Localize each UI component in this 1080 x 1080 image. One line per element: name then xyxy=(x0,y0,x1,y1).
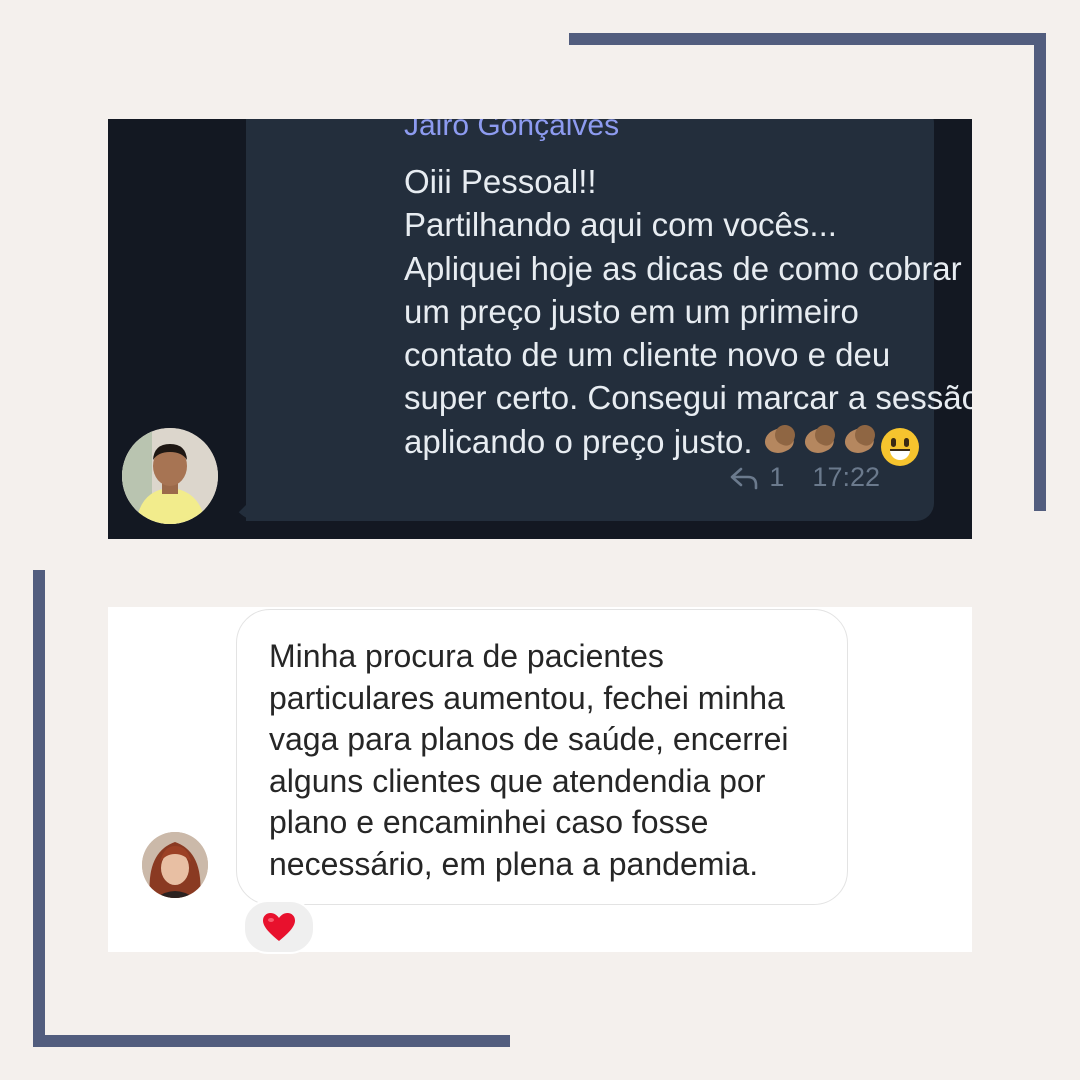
message-meta: 1 17:22 xyxy=(729,462,880,493)
light-chat-screenshot: Minha procura de pacientes particulares … xyxy=(108,607,972,954)
message-text: Oiii Pessoal!! Partilhando aqui com você… xyxy=(404,160,972,466)
clapping-hands-icon xyxy=(761,423,799,455)
grinning-face-icon xyxy=(880,427,919,466)
message-body: Oiii Pessoal!! Partilhando aqui com você… xyxy=(404,163,972,460)
frame-line-left xyxy=(33,570,45,1047)
message-bubble[interactable]: Jairo Gonçalves Oiii Pessoal!! Partilhan… xyxy=(246,119,972,521)
message-text: Minha procura de pacientes particulares … xyxy=(269,638,789,882)
dark-chat-screenshot: Jairo Gonçalves Oiii Pessoal!! Partilhan… xyxy=(108,119,972,539)
avatar-photo xyxy=(122,428,218,524)
sender-name[interactable]: Jairo Gonçalves xyxy=(404,119,619,143)
frame-line-right xyxy=(1034,33,1046,511)
avatar[interactable] xyxy=(122,428,218,524)
reply-icon[interactable] xyxy=(729,466,759,490)
reply-count[interactable]: 1 xyxy=(769,462,784,493)
clapping-hands-icon xyxy=(841,423,879,455)
clapping-hands-icon xyxy=(801,423,839,455)
message-time: 17:22 xyxy=(812,462,880,492)
message-bubble[interactable]: Minha procura de pacientes particulares … xyxy=(236,609,848,905)
avatar[interactable] xyxy=(142,832,208,898)
avatar-photo xyxy=(142,832,208,898)
emoji-group xyxy=(761,422,919,466)
frame-line-bottom xyxy=(33,1035,510,1047)
heart-icon xyxy=(263,913,295,941)
frame-line-top xyxy=(569,33,1046,45)
reaction-badge[interactable] xyxy=(243,900,315,954)
